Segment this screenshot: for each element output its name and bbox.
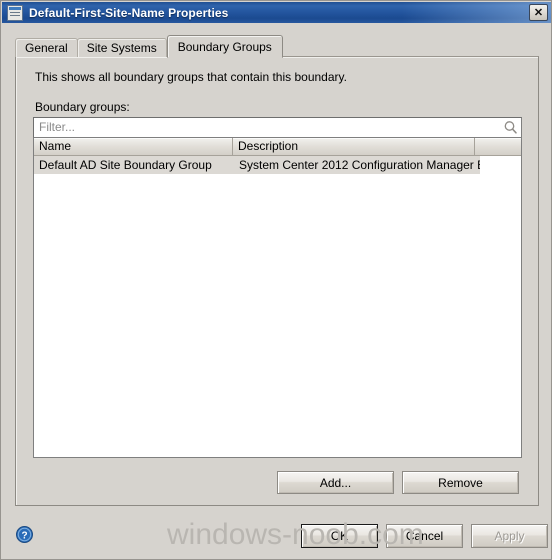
boundary-groups-label: Boundary groups: [35, 100, 130, 114]
column-header-blank[interactable] [475, 138, 521, 155]
tab-boundary-groups[interactable]: Boundary Groups [166, 35, 283, 58]
window-title: Default-First-Site-Name Properties [29, 5, 229, 20]
panel-description: This shows all boundary groups that cont… [35, 70, 347, 84]
apply-button: Apply [471, 524, 548, 548]
dialog-footer: ? OK Cancel Apply [2, 512, 551, 559]
column-header-description[interactable]: Description [233, 138, 475, 155]
tab-site-systems[interactable]: Site Systems [76, 38, 167, 57]
boundary-groups-list[interactable]: Name Description Default AD Site Boundar… [33, 138, 522, 458]
svg-text:?: ? [21, 530, 27, 541]
title-bar[interactable]: Default-First-Site-Name Properties ✕ [2, 2, 551, 23]
table-row[interactable]: Default AD Site Boundary Group System Ce… [34, 156, 480, 174]
properties-window-icon [7, 4, 23, 21]
search-icon[interactable] [499, 118, 521, 137]
help-icon[interactable]: ? [16, 526, 33, 543]
boundary-groups-panel: This shows all boundary groups that cont… [15, 56, 539, 506]
remove-button[interactable]: Remove [402, 471, 519, 494]
tab-general[interactable]: General [15, 38, 78, 57]
add-button[interactable]: Add... [277, 471, 394, 494]
list-body: Default AD Site Boundary Group System Ce… [34, 156, 521, 174]
cell-description: System Center 2012 Configuration Manager… [239, 158, 480, 172]
cell-name: Default AD Site Boundary Group [39, 158, 212, 172]
list-header: Name Description [34, 138, 521, 156]
properties-dialog: Default-First-Site-Name Properties ✕ Gen… [0, 0, 552, 560]
search-input[interactable] [34, 119, 499, 136]
close-icon[interactable]: ✕ [529, 4, 548, 21]
column-header-name[interactable]: Name [34, 138, 233, 155]
ok-button[interactable]: OK [301, 524, 378, 548]
cancel-button[interactable]: Cancel [386, 524, 463, 548]
tab-strip: General Site Systems Boundary Groups [15, 35, 283, 58]
filter-box[interactable] [33, 117, 522, 138]
